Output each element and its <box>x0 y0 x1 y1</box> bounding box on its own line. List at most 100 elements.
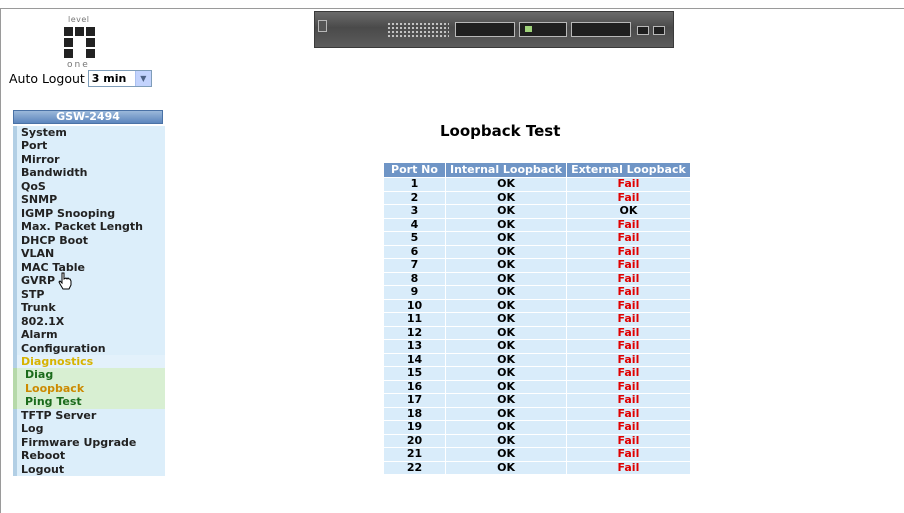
sidebar-item-mirror[interactable]: Mirror <box>13 152 165 167</box>
internal-loopback-cell: OK <box>446 366 567 380</box>
table-row: 2 OK Fail <box>384 191 690 204</box>
port-no-cell: 20 <box>384 434 445 447</box>
auto-logout-select[interactable]: 3 min ▼ <box>87 70 152 87</box>
table-row: 11 OK Fail <box>384 312 690 326</box>
internal-loopback-cell: OK <box>446 393 567 407</box>
sidebar-item-mac-table[interactable]: MAC Table <box>13 260 165 275</box>
internal-loopback-cell: OK <box>446 245 567 258</box>
sidebar-item-max-packet-length[interactable]: Max. Packet Length <box>13 220 165 234</box>
port-no-cell: 16 <box>384 380 445 393</box>
internal-loopback-cell: OK <box>446 407 567 420</box>
port-no-cell: 5 <box>384 231 445 245</box>
vent-grill <box>387 22 449 38</box>
table-row: 16 OK Fail <box>384 380 690 393</box>
table-row: 10 OK Fail <box>384 299 690 312</box>
internal-loopback-cell: OK <box>446 353 567 366</box>
port-no-cell: 7 <box>384 258 445 272</box>
sidebar-item-snmp[interactable]: SNMP <box>13 193 165 207</box>
sidebar-item-port[interactable]: Port <box>13 139 165 153</box>
auto-logout-value: 3 min <box>91 72 127 85</box>
port-no-cell: 4 <box>384 218 445 231</box>
external-loopback-cell: Fail <box>567 380 690 393</box>
external-loopback-cell: Fail <box>567 366 690 380</box>
internal-loopback-cell: OK <box>446 272 567 285</box>
sidebar-item-ping-test[interactable]: Ping Test <box>13 395 165 409</box>
port-no-cell: 11 <box>384 312 445 326</box>
sidebar-item-loopback[interactable]: Loopback <box>13 381 165 396</box>
sidebar-title: GSW-2494 <box>13 110 163 124</box>
sidebar-item-vlan[interactable]: VLAN <box>13 247 165 261</box>
port-block-icon <box>455 22 515 37</box>
port-no-cell: 14 <box>384 353 445 366</box>
port-no-cell: 19 <box>384 420 445 434</box>
external-loopback-cell: Fail <box>567 407 690 420</box>
external-loopback-cell: Fail <box>567 434 690 447</box>
port-block-icon <box>571 22 631 37</box>
column-header: External Loopback <box>567 163 690 177</box>
table-row: 6 OK Fail <box>384 245 690 258</box>
external-loopback-cell: Fail <box>567 420 690 434</box>
sidebar-item-logout[interactable]: Logout <box>13 462 165 477</box>
external-loopback-cell: Fail <box>567 285 690 299</box>
port-no-cell: 12 <box>384 326 445 339</box>
chevron-down-icon[interactable]: ▼ <box>134 71 151 86</box>
internal-loopback-cell: OK <box>446 312 567 326</box>
external-loopback-cell: Fail <box>567 231 690 245</box>
port-no-cell: 2 <box>384 191 445 204</box>
sidebar-item-system[interactable]: System <box>13 126 165 140</box>
table-row: 9 OK Fail <box>384 285 690 299</box>
internal-loopback-cell: OK <box>446 285 567 299</box>
internal-loopback-cell: OK <box>446 177 567 191</box>
external-loopback-cell: Fail <box>567 272 690 285</box>
internal-loopback-cell: OK <box>446 326 567 339</box>
table-row: 19 OK Fail <box>384 420 690 434</box>
port-no-cell: 21 <box>384 447 445 461</box>
auto-logout-label: Auto Logout <box>9 71 85 86</box>
internal-loopback-cell: OK <box>446 461 567 474</box>
external-loopback-cell: Fail <box>567 339 690 353</box>
sidebar-item-stp[interactable]: STP <box>13 287 165 302</box>
table-row: 15 OK Fail <box>384 366 690 380</box>
port-no-cell: 6 <box>384 245 445 258</box>
table-row: 5 OK Fail <box>384 231 690 245</box>
internal-loopback-cell: OK <box>446 258 567 272</box>
column-header: Internal Loopback <box>446 163 567 177</box>
uplink-port-icon <box>637 26 649 35</box>
sidebar: GSW-2494 System Port Mirror Bandwidth QoS SNM… <box>9 109 165 486</box>
external-loopback-cell: Fail <box>567 258 690 272</box>
sidebar-item-qos[interactable]: QoS <box>13 179 165 194</box>
external-loopback-cell: OK <box>567 204 690 218</box>
sidebar-item-diag[interactable]: Diag <box>13 368 165 382</box>
table-row: 12 OK Fail <box>384 326 690 339</box>
sidebar-item-802-1x[interactable]: 802.1X <box>13 314 165 329</box>
left-divider <box>0 8 1 513</box>
loopback-table: Port No Internal Loopback External Loopb… <box>383 162 691 475</box>
table-row: 13 OK Fail <box>384 339 690 353</box>
internal-loopback-cell: OK <box>446 191 567 204</box>
external-loopback-cell: Fail <box>567 353 690 366</box>
sidebar-item-dhcp-boot[interactable]: DHCP Boot <box>13 233 165 248</box>
sidebar-item-firmware-upgrade[interactable]: Firmware Upgrade <box>13 435 165 450</box>
column-header: Port No <box>384 163 445 177</box>
external-loopback-cell: Fail <box>567 447 690 461</box>
sidebar-item-igmp-snooping[interactable]: IGMP Snooping <box>13 206 165 221</box>
sidebar-item-tftp-server[interactable]: TFTP Server <box>13 408 165 423</box>
sidebar-item-configuration[interactable]: Configuration <box>13 341 165 355</box>
sidebar-item-reboot[interactable]: Reboot <box>13 449 165 463</box>
sidebar-menu: System Port Mirror Bandwidth QoS SNMP IGMP Sno… <box>13 126 165 477</box>
internal-loopback-cell: OK <box>446 447 567 461</box>
external-loopback-cell: Fail <box>567 177 690 191</box>
port-no-cell: 1 <box>384 177 445 191</box>
external-loopback-cell: Fail <box>567 393 690 407</box>
sidebar-item-alarm[interactable]: Alarm <box>13 328 165 342</box>
sidebar-item-log[interactable]: Log <box>13 422 165 436</box>
table-row: 20 OK Fail <box>384 434 690 447</box>
internal-loopback-cell: OK <box>446 231 567 245</box>
table-row: 8 OK Fail <box>384 272 690 285</box>
table-row: 22 OK Fail <box>384 461 690 474</box>
sidebar-item-bandwidth[interactable]: Bandwidth <box>13 166 165 180</box>
sidebar-item-diagnostics[interactable]: Diagnostics <box>13 354 165 369</box>
sidebar-item-gvrp[interactable]: GVRP <box>13 274 165 288</box>
sidebar-item-trunk[interactable]: Trunk <box>13 301 165 315</box>
led-icon <box>525 26 532 32</box>
